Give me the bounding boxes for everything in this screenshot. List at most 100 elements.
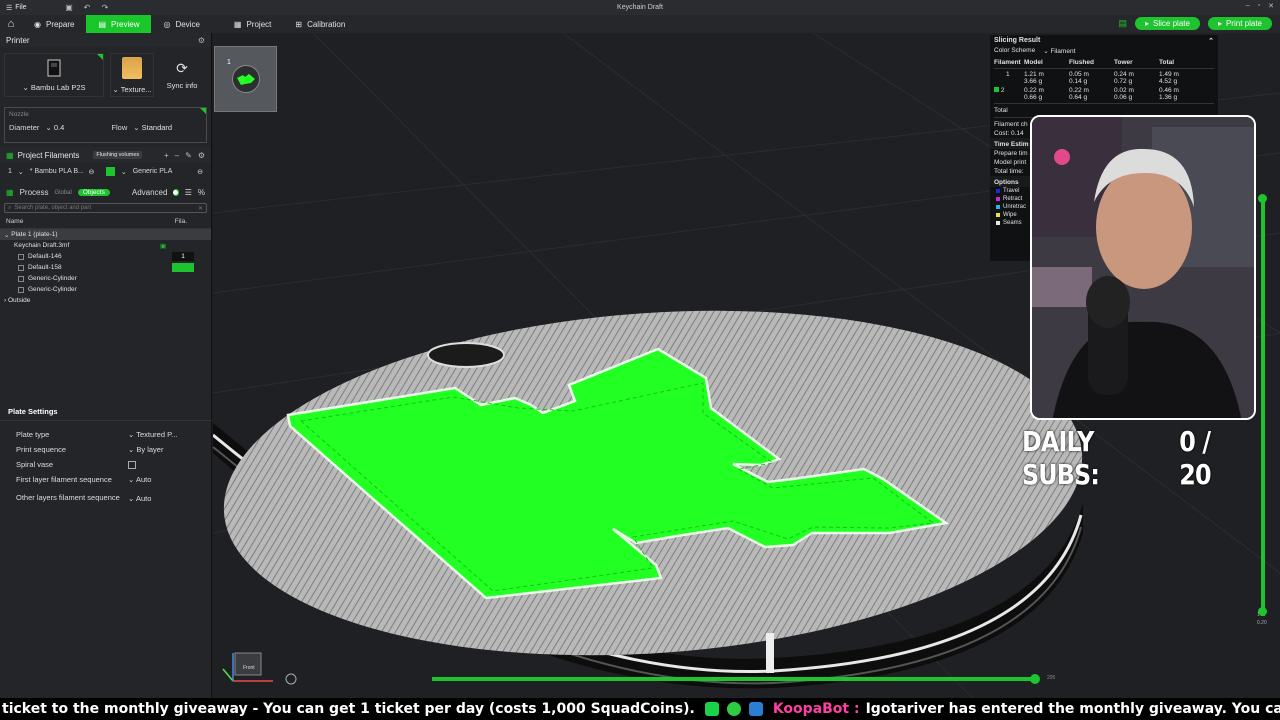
collapse-icon[interactable]: ⌃	[1208, 37, 1214, 45]
percent-icon[interactable]: %	[198, 188, 205, 197]
home-icon[interactable]: ⌂	[0, 18, 22, 30]
filament-number[interactable]: 1	[172, 252, 194, 261]
plate-thumbnail[interactable]: 1	[214, 46, 277, 112]
daily-subs-counter: DAILY SUBS: 0 / 20	[1022, 425, 1235, 491]
layer-height-label: 0.20	[1257, 620, 1267, 626]
printer-settings-icon[interactable]: ⚙	[198, 36, 205, 45]
filament-index: 1	[8, 168, 12, 175]
add-icon[interactable]: +	[164, 151, 169, 160]
tree-row-part[interactable]: Generic-Cylinder	[0, 284, 211, 295]
close-icon[interactable]: ✕	[1268, 2, 1274, 10]
cell: 0.22 m	[1024, 87, 1044, 94]
spiral-vase-checkbox[interactable]	[128, 460, 136, 469]
plate-type-select[interactable]: ⌄ Textured P...	[128, 430, 177, 439]
view-reset-icon[interactable]	[285, 673, 297, 685]
edit-filament-icon[interactable]: ⊖	[89, 168, 95, 176]
cell: 0.64 g	[1069, 94, 1088, 101]
plate-type-selector[interactable]: ⌄ Texture...	[110, 53, 154, 97]
ticker-message: Igotariver has entered the monthly givea…	[865, 701, 1280, 717]
tree-label: Generic-Cylinder	[28, 275, 77, 282]
tree-row-outside[interactable]: › Outside	[0, 295, 211, 306]
remove-filament-icon[interactable]: ⊖	[197, 168, 203, 176]
diameter-label: Diameter	[9, 123, 40, 132]
search-input[interactable]: Search plate, object and part	[14, 205, 91, 211]
document-title: Keychain Draft	[617, 4, 663, 11]
tab-label: Preview	[111, 19, 140, 29]
tree-row-plate[interactable]: ⌄ Plate 1 (plate-1)	[0, 229, 211, 240]
nozzle-settings: Nozzle Diameter ⌄ 0.4 Flow ⌄ Standard	[4, 107, 207, 143]
other-layers-sequence-select[interactable]: ⌄ Auto	[128, 494, 151, 503]
object-search[interactable]: ⌕ Search plate, object and part ✕	[4, 203, 207, 213]
color-scheme-select[interactable]: ⌄ Filament	[1043, 47, 1075, 55]
filament-row[interactable]: 1 ⌄ * Bambu PLA B... ⊖ ⌄ Generic PLA ⊖	[0, 163, 211, 180]
maximize-icon[interactable]: ▫	[1258, 2, 1260, 10]
option-label: Unretrac	[1003, 204, 1027, 210]
filament-color-swatch[interactable]	[106, 167, 115, 176]
filament-icon: ▦	[6, 150, 14, 160]
column-name: Name	[6, 218, 24, 225]
list-icon[interactable]: ☰	[185, 188, 192, 197]
minimize-icon[interactable]: –	[1246, 2, 1250, 10]
column-fila: Fila.	[174, 218, 187, 225]
tab-device[interactable]: ◎ Device	[151, 15, 211, 33]
layer-slider[interactable]	[1261, 196, 1265, 616]
chevron-down-icon: ⌄	[22, 82, 31, 92]
undo-icon[interactable]: ↶	[78, 3, 96, 12]
flushing-volumes-button[interactable]: Flushing volumes	[93, 151, 143, 159]
cell: 0.02 m	[1114, 87, 1134, 94]
slice-plate-label: Slice plate	[1153, 19, 1190, 28]
plate-number: 1	[227, 59, 231, 66]
sync-icon: ⟳	[176, 60, 188, 76]
remove-icon[interactable]: –	[175, 151, 179, 160]
clear-search-icon[interactable]: ✕	[198, 205, 203, 212]
slice-plate-button[interactable]: ▸ Slice plate	[1135, 17, 1200, 30]
printer-selector[interactable]: ⌄ Bambu Lab P2S	[4, 53, 104, 97]
save-icon[interactable]: ▣	[60, 3, 78, 12]
filament-swatch	[994, 87, 999, 92]
tree-row-part[interactable]: Default-146 1	[0, 251, 211, 262]
chevron-down-icon: ⌄	[120, 168, 127, 176]
file-menu[interactable]: ☰ File	[0, 4, 60, 12]
tree-label: Plate 1 (plate-1)	[11, 231, 58, 238]
tree-row-part[interactable]: Generic-Cylinder	[0, 273, 211, 284]
sync-info-button[interactable]: ⟳ Sync info	[160, 53, 204, 97]
tab-project[interactable]: ▦ Project	[222, 15, 283, 33]
option-label: Travel	[1003, 188, 1020, 194]
move-slider[interactable]	[432, 677, 1035, 681]
objects-tab[interactable]: Objects	[77, 189, 110, 196]
first-layer-sequence-select[interactable]: ⌄ Auto	[128, 475, 151, 484]
diameter-select[interactable]: ⌄ 0.4	[45, 123, 105, 132]
option-label: Seams	[1003, 220, 1022, 226]
global-tab[interactable]: Global	[54, 190, 71, 196]
edit-icon[interactable]: ✎	[185, 151, 192, 160]
flow-value: Standard	[141, 123, 173, 132]
tree-label: Keychain Draft.3mf	[14, 242, 70, 249]
filaments-section-header: ▦ Project Filaments Flushing volumes + –…	[0, 147, 211, 163]
cell: 1.49 m	[1159, 71, 1179, 78]
move-slider-handle[interactable]	[1030, 674, 1040, 684]
layer-bottom-label: 1	[1257, 612, 1260, 618]
check-icon: ▣	[160, 242, 167, 250]
chat-ticker: ticket to the monthly giveaway - You can…	[0, 698, 1280, 720]
layer-slider-top-handle[interactable]	[1258, 194, 1267, 203]
process-icon: ▦	[6, 188, 14, 197]
tree-row-part[interactable]: Default-158	[0, 262, 211, 273]
print-plate-button[interactable]: ▸ Print plate	[1207, 17, 1272, 30]
gear-icon[interactable]: ⚙	[198, 151, 205, 160]
redo-icon[interactable]: ↷	[96, 3, 114, 12]
nozzle-label: Nozzle	[9, 111, 29, 118]
webcam-overlay	[1030, 115, 1256, 420]
advanced-toggle[interactable]	[172, 189, 179, 196]
cell: 0.22 m	[1069, 87, 1089, 94]
cell: 0.72 g	[1114, 78, 1133, 85]
print-sequence-select[interactable]: ⌄ By layer	[128, 445, 163, 454]
filament-swatch[interactable]	[172, 263, 194, 272]
subs-label: DAILY SUBS:	[1022, 425, 1100, 491]
tab-calibration[interactable]: ⊞ Calibration	[283, 15, 357, 33]
layout-icon[interactable]: ▤	[1119, 18, 1128, 29]
tab-prepare[interactable]: ◉ Prepare	[22, 15, 86, 33]
tab-preview[interactable]: ▤ Preview	[86, 15, 152, 33]
cost-value: 0.14	[1010, 130, 1024, 137]
tree-row-object[interactable]: Keychain Draft.3mf ▣	[0, 240, 211, 251]
flow-select[interactable]: ⌄ Standard	[133, 123, 172, 132]
